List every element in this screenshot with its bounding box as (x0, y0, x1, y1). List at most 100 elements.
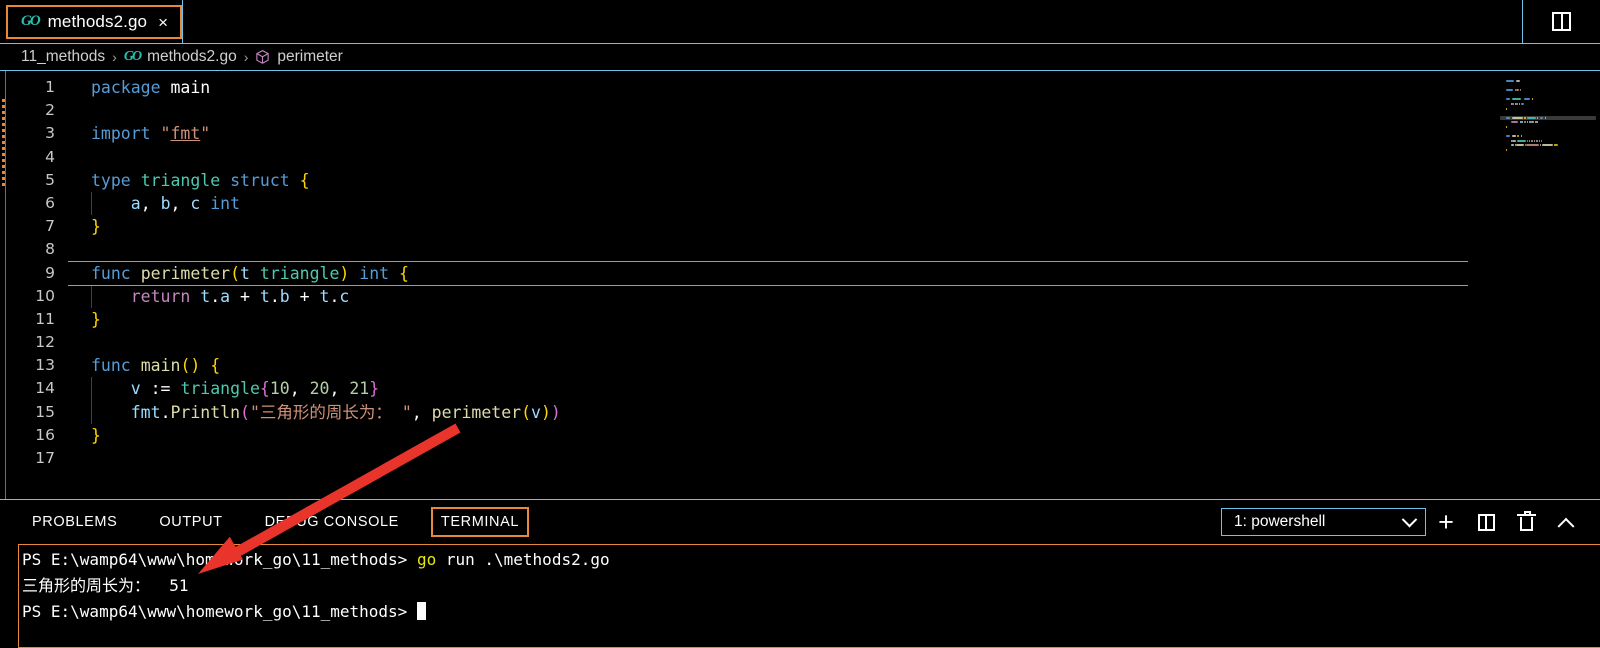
code-token: int (210, 193, 241, 213)
terminal-selector[interactable]: 1: powershell (1221, 508, 1426, 536)
line-content: import "fmt" (68, 122, 210, 145)
line-number: 8 (45, 240, 55, 259)
go-file-icon: GO (21, 12, 41, 29)
split-editor-button[interactable] (1522, 0, 1600, 43)
code-token: "三角形的周长为： " (249, 402, 412, 422)
split-panel-icon (1477, 513, 1495, 531)
close-icon[interactable]: × (158, 14, 168, 31)
line-content: } (68, 308, 101, 331)
code-token: 20 (309, 379, 330, 399)
line-content (68, 331, 91, 354)
line-content: package main (68, 76, 210, 99)
terminal-text: PS E:\wamp64\www\homework_go\11_methods> (22, 602, 417, 621)
go-file-icon: GO (123, 49, 142, 64)
tab-bar-spacer (183, 0, 1522, 43)
hide-panel-button[interactable] (1546, 500, 1586, 544)
chevron-up-icon (1557, 517, 1575, 535)
terminal-line: PS E:\wamp64\www\homework_go\11_methods> (22, 599, 1600, 625)
line-number: 10 (35, 286, 55, 305)
code-line[interactable]: 1 package main (6, 76, 1600, 99)
code-line[interactable]: 6 a, b, c int (6, 191, 1600, 216)
panel-tab-output[interactable]: OUTPUT (149, 507, 232, 537)
line-content (68, 447, 91, 470)
code-token: triangle (259, 263, 340, 283)
code-token: ) (339, 263, 350, 283)
breadcrumb-item-folder[interactable]: 11_methods (21, 48, 105, 66)
line-content: func main() { (68, 354, 220, 377)
code-editor[interactable]: 1 package main 2 3 import "fmt" 4 5 type triang… (6, 71, 1600, 499)
new-terminal-button[interactable]: + (1426, 500, 1466, 544)
code-token: v (531, 402, 541, 422)
line-content: } (68, 424, 101, 447)
code-token: { (210, 356, 221, 376)
line-number: 6 (45, 193, 55, 212)
editor-tab-methods2-go[interactable]: GO methods2.go × (6, 5, 182, 39)
code-token: 21 (349, 379, 370, 399)
code-line[interactable]: 14 v := triangle{10, 20, 21} (6, 377, 1600, 401)
panel-tab-terminal[interactable]: TERMINAL (430, 507, 530, 537)
panel-tab-debug-console[interactable]: DEBUG CONSOLE (255, 507, 409, 537)
line-number: 12 (35, 333, 55, 352)
code-line[interactable]: 12 (6, 331, 1600, 354)
code-token: . (329, 286, 340, 306)
code-token: fmt (130, 402, 161, 422)
line-number: 15 (35, 402, 55, 421)
code-token: v (130, 379, 141, 399)
code-line[interactable]: 8 (6, 238, 1600, 261)
code-line[interactable]: 16} (6, 424, 1600, 447)
split-terminal-button[interactable] (1466, 500, 1506, 544)
code-line[interactable]: 15 fmt.Println("三角形的周长为： ", perimeter(v)… (6, 400, 1600, 424)
code-line[interactable]: 17 (6, 447, 1600, 470)
breadcrumb-item-symbol[interactable]: perimeter (277, 48, 342, 66)
code-line[interactable]: 10 return t.a + t.b + t.c (6, 284, 1600, 308)
code-token: . (269, 286, 280, 306)
terminal-output[interactable]: PS E:\wamp64\www\homework_go\11_methods>… (18, 544, 1600, 648)
code-token: a (130, 193, 141, 213)
code-line[interactable]: 5 type triangle struct { (6, 169, 1600, 192)
breadcrumb-item-file[interactable]: methods2.go (147, 48, 237, 66)
code-line[interactable]: 4 (6, 146, 1600, 169)
code-token: struct (230, 170, 290, 190)
breadcrumb-separator: › (112, 49, 117, 65)
code-line[interactable]: 13 func main() { (6, 354, 1600, 377)
indent-guide (91, 377, 92, 401)
panel-tab-problems[interactable]: PROBLEMS (22, 507, 127, 537)
code-token: , (170, 193, 191, 213)
kill-terminal-button[interactable] (1506, 500, 1546, 544)
terminal-selector-value: 1: powershell (1234, 513, 1326, 530)
code-line[interactable]: 2 (6, 99, 1600, 122)
code-line[interactable]: 7} (6, 215, 1600, 238)
code-token: ) (540, 402, 551, 422)
line-content: func perimeter(t triangle) int { (68, 260, 1468, 286)
code-token: } (91, 217, 101, 237)
line-content (68, 99, 91, 122)
indent-guide (91, 284, 92, 308)
line-content: v := triangle{10, 20, 21} (68, 377, 380, 401)
code-token: t (200, 286, 211, 306)
bottom-panel: PROBLEMS OUTPUT DEBUG CONSOLE TERMINAL 1: p… (0, 500, 1600, 648)
code-line[interactable]: 9 func perimeter(t triangle) int { (6, 260, 1600, 286)
panel-tab-list: PROBLEMS OUTPUT DEBUG CONSOLE TERMINAL (22, 507, 551, 537)
code-token: type (91, 170, 131, 190)
terminal-text: PS E:\wamp64\www\homework_go\11_methods> (22, 550, 417, 569)
code-token: t (240, 263, 250, 283)
code-token: fmt (170, 124, 201, 144)
code-token: c (339, 286, 350, 306)
line-number: 1 (45, 78, 55, 96)
terminal-text: run .\methods2.go (436, 550, 610, 569)
terminal-cursor (416, 602, 426, 620)
code-token: } (369, 379, 380, 399)
code-token: func (91, 356, 131, 376)
plus-icon: + (1438, 506, 1454, 537)
terminal-text: 三角形的周长为： 51 (22, 576, 189, 595)
code-line[interactable]: 3 import "fmt" (6, 122, 1600, 145)
code-token: . (210, 286, 221, 306)
code-line[interactable]: 11} (6, 308, 1600, 331)
